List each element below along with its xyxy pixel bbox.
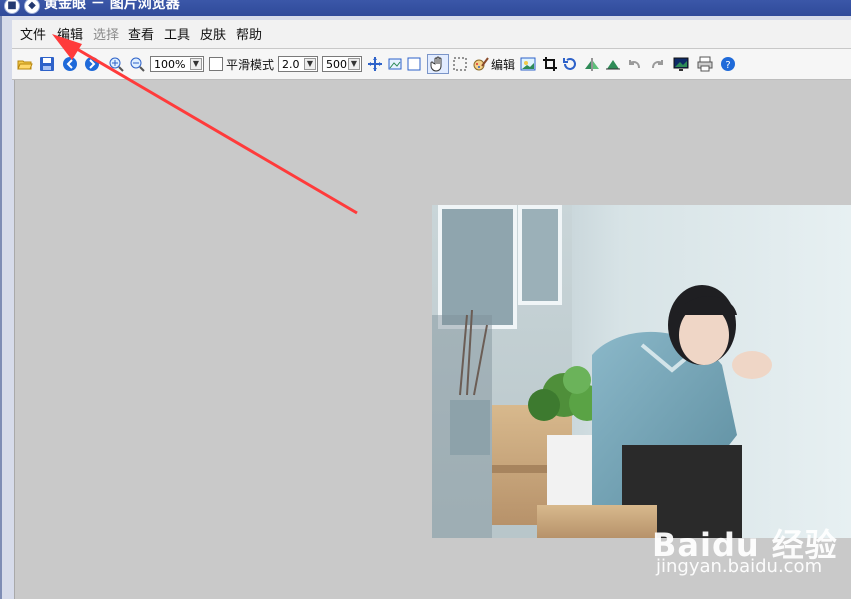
edit-label[interactable]: 编辑: [491, 56, 515, 73]
next-icon[interactable]: [84, 56, 100, 72]
menu-bar: 文件 编辑 选择 查看 工具 皮肤 帮助: [12, 20, 851, 49]
prev-icon[interactable]: [62, 56, 78, 72]
open-folder-icon[interactable]: [17, 56, 33, 72]
toolbar: 100% ▼ 平滑模式 2.0 ▼ 500 ▼ 编辑 ?: [12, 49, 851, 80]
flip-h-icon[interactable]: [584, 56, 600, 72]
displayed-photo: [432, 205, 851, 538]
edit-icon[interactable]: [473, 56, 489, 72]
chevron-down-icon: ▼: [304, 58, 316, 70]
flip-v-icon[interactable]: [605, 56, 621, 72]
svg-text:?: ?: [725, 60, 730, 71]
scale-select[interactable]: 2.0 ▼: [278, 56, 318, 72]
redo-icon[interactable]: [649, 56, 665, 72]
smooth-mode-checkbox[interactable]: [209, 57, 223, 71]
size-value: 500: [326, 58, 347, 71]
undo-icon[interactable]: [627, 56, 643, 72]
window-title: 黄金眼 － 图片浏览器: [44, 0, 180, 12]
scale-value: 2.0: [282, 58, 300, 71]
watermark-sub: jingyan.baidu.com: [656, 556, 823, 577]
crop-icon[interactable]: [542, 56, 558, 72]
menu-help[interactable]: 帮助: [236, 24, 262, 43]
size-select[interactable]: 500 ▼: [322, 56, 362, 72]
slideshow-icon[interactable]: [520, 56, 536, 72]
hand-icon: [430, 56, 442, 72]
actual-size-icon[interactable]: [387, 56, 403, 72]
baidu-watermark: Baidu 经验 jingyan.baidu.com: [650, 520, 850, 590]
smooth-mode-label: 平滑模式: [226, 58, 275, 72]
menu-view[interactable]: 查看: [128, 24, 154, 43]
wallpaper-icon[interactable]: [673, 56, 689, 72]
zoom-in-icon[interactable]: [108, 56, 124, 72]
zoom-value: 100%: [154, 58, 186, 71]
menu-file[interactable]: 文件: [20, 24, 46, 43]
save-icon[interactable]: [39, 56, 55, 72]
select-rect-icon[interactable]: [452, 56, 468, 72]
window-options-button[interactable]: ◆: [24, 0, 40, 14]
rotate-icon[interactable]: [562, 56, 578, 72]
fullscreen-icon[interactable]: [406, 56, 422, 72]
fit-icon[interactable]: [367, 56, 383, 72]
menu-select[interactable]: 选择: [93, 24, 119, 43]
menu-skin[interactable]: 皮肤: [200, 24, 226, 43]
chevron-down-icon: ▼: [348, 58, 360, 70]
print-icon[interactable]: [697, 56, 713, 72]
title-bar: ■ ◆ 黄金眼 － 图片浏览器: [0, 0, 851, 16]
hand-tool-button[interactable]: [427, 54, 449, 74]
zoom-out-icon[interactable]: [129, 56, 145, 72]
zoom-select[interactable]: 100% ▼: [150, 56, 204, 72]
menu-edit[interactable]: 编辑: [57, 24, 83, 43]
help-icon[interactable]: ?: [720, 56, 736, 72]
chevron-down-icon: ▼: [190, 58, 202, 70]
menu-tools[interactable]: 工具: [164, 24, 190, 43]
window-menu-button[interactable]: ■: [4, 0, 20, 14]
photo-illustration: [432, 205, 851, 538]
